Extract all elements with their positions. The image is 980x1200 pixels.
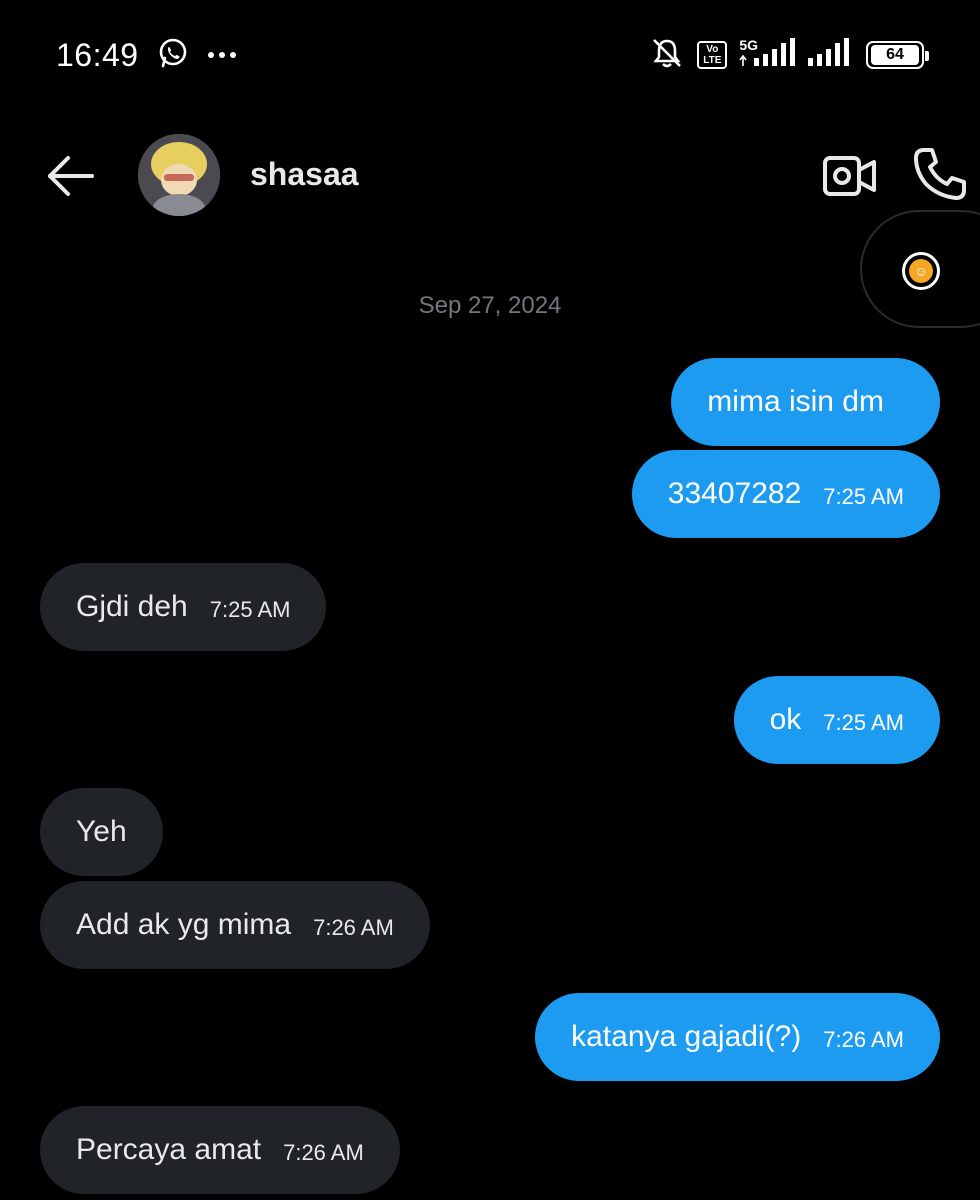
battery-icon: 64 (866, 41, 929, 69)
volte-badge: Vo LTE (697, 41, 728, 69)
message-text: Gjdi deh (76, 590, 188, 623)
status-time: 16:49 (56, 36, 139, 73)
message-text: 33407282 (667, 477, 802, 510)
signal-icon-2 (808, 37, 854, 73)
message-text: Yeh (76, 815, 127, 848)
phone-icon (914, 148, 966, 200)
message-text: mima isin dm (707, 385, 884, 418)
avatar-image (138, 134, 220, 216)
date-divider: Sep 27, 2024 (418, 292, 562, 319)
arrow-left-icon (48, 156, 94, 196)
message-text: ok (769, 703, 802, 736)
video-camera-icon (823, 156, 876, 196)
message-bubble-incoming[interactable]: Percaya amat 7:26 AM (40, 1106, 400, 1194)
more-dots-icon (207, 46, 237, 64)
message-text: katanya gajadi(?) (571, 1020, 802, 1053)
status-left: 16:49 (56, 37, 237, 74)
message-bubble-incoming[interactable]: Add ak yg mima 7:26 AM (40, 881, 430, 969)
back-button[interactable] (44, 150, 96, 202)
chat-header: shasaa (0, 120, 980, 230)
accessibility-icon: ☺ (902, 252, 940, 290)
message-text: Add ak yg mima (76, 908, 292, 941)
accessibility-glyph: ☺ (909, 259, 933, 283)
message-bubble-incoming[interactable]: Yeh (40, 788, 163, 876)
message-bubble-outgoing[interactable]: ok 7:25 AM (733, 676, 940, 764)
message-bubble-outgoing[interactable]: katanya gajadi(?) 7:26 AM (535, 993, 940, 1081)
message-time: 7:26 AM (823, 1027, 904, 1052)
status-right: Vo LTE 5G 64 (649, 35, 929, 76)
video-call-button[interactable] (822, 152, 878, 200)
avatar[interactable] (138, 134, 220, 216)
message-bubble-incoming[interactable]: Gjdi deh 7:25 AM (40, 563, 327, 651)
chat-username[interactable]: shasaa (250, 156, 359, 193)
message-time: 7:25 AM (823, 484, 904, 509)
bell-muted-icon (649, 35, 685, 76)
status-bar: 16:49 Vo LTE 5G 64 (0, 0, 980, 110)
whatsapp-icon (157, 37, 189, 74)
message-bubble-outgoing[interactable]: 33407282 7:25 AM (631, 450, 940, 538)
message-time: 7:26 AM (283, 1140, 364, 1165)
message-time: 7:25 AM (823, 710, 904, 735)
network-type: 5G (739, 37, 758, 53)
message-bubble-outgoing[interactable]: mima isin dm (671, 358, 940, 446)
message-time: 7:25 AM (209, 597, 291, 622)
message-time: 7:26 AM (313, 915, 394, 940)
battery-level: 64 (871, 45, 919, 65)
message-text: Percaya amat (76, 1133, 262, 1166)
voice-call-button[interactable] (912, 146, 968, 202)
chat-screen: 16:49 Vo LTE 5G 64 shasaa ☺ Sep 27, 2024… (0, 0, 980, 1200)
